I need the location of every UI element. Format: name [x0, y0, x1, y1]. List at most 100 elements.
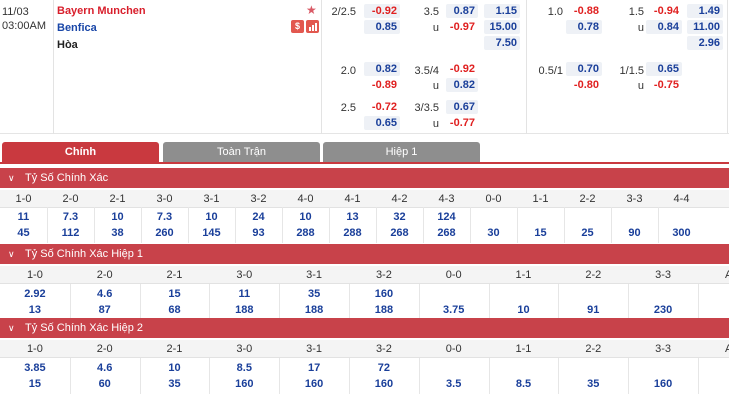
tab-full-match[interactable]: Toàn Trận: [163, 142, 320, 162]
score-odds[interactable]: 260: [141, 225, 188, 241]
score-odds[interactable]: 288: [282, 225, 329, 241]
tab-main[interactable]: Chính: [2, 142, 159, 162]
ft-over-odds[interactable]: 0.67: [446, 100, 478, 114]
score-odds[interactable]: 3.85: [0, 360, 70, 376]
score-odds[interactable]: 72: [349, 360, 419, 376]
score-odds[interactable]: 4.6: [70, 360, 140, 376]
h1-under-odds[interactable]: -0.75: [646, 78, 682, 92]
h1-over-odds[interactable]: -0.94: [646, 4, 682, 18]
score-odds[interactable]: 300: [658, 225, 705, 241]
ft-under-odds[interactable]: -0.97: [446, 20, 478, 34]
score-odds[interactable]: 10: [140, 360, 210, 376]
score-odds[interactable]: 11: [0, 209, 47, 225]
score-odds[interactable]: 15: [517, 225, 564, 241]
score-odds[interactable]: 268: [423, 225, 470, 241]
score-odds[interactable]: 93: [235, 225, 282, 241]
score-odds[interactable]: 7.3: [141, 209, 188, 225]
score-odds[interactable]: 87: [70, 302, 140, 318]
score-header: 2-2: [585, 343, 602, 355]
h1-1x2-away[interactable]: 11.00: [687, 20, 723, 34]
ft-hdp-home-odds[interactable]: 0.82: [364, 62, 400, 76]
score-odds[interactable]: 10: [489, 302, 559, 318]
chevron-down-icon[interactable]: ∨: [8, 244, 15, 264]
score-odds[interactable]: 8.5: [489, 376, 559, 392]
score-odds[interactable]: 160: [349, 286, 419, 302]
h1-1x2-home[interactable]: 1.49: [687, 4, 723, 18]
score-odds[interactable]: 45: [0, 225, 47, 241]
ft-1x2-away[interactable]: 15.00: [484, 20, 520, 34]
score-odds[interactable]: 3.5: [419, 376, 489, 392]
score-odds[interactable]: 10: [282, 209, 329, 225]
score-odds[interactable]: 11: [209, 286, 279, 302]
score-odds[interactable]: 10: [188, 209, 235, 225]
stats-chart-icon[interactable]: [306, 20, 319, 33]
score-odds[interactable]: 288: [329, 225, 376, 241]
score-odds[interactable]: 8.5: [209, 360, 279, 376]
score-odds[interactable]: 13: [329, 209, 376, 225]
score-odds[interactable]: 160: [209, 376, 279, 392]
h1-hdp-away-odds[interactable]: -0.80: [566, 78, 602, 92]
section-header[interactable]: ∨ Tỷ Số Chính Xác Hiệp 2: [0, 318, 729, 338]
score-odds[interactable]: 124: [423, 209, 470, 225]
score-odds[interactable]: 15: [140, 286, 210, 302]
score-odds[interactable]: 230: [628, 302, 698, 318]
ft-over-odds[interactable]: 0.87: [446, 4, 478, 18]
h1-1x2-draw[interactable]: 2.96: [687, 36, 723, 50]
score-odds[interactable]: 35: [279, 286, 349, 302]
home-team[interactable]: Bayern Munchen: [57, 5, 146, 17]
score-odds[interactable]: 30: [470, 225, 517, 241]
score-odds[interactable]: 17: [279, 360, 349, 376]
score-odds[interactable]: 38: [94, 225, 141, 241]
chevron-down-icon[interactable]: ∨: [8, 168, 15, 188]
section-header[interactable]: ∨ Tỷ Số Chính Xác: [0, 168, 729, 188]
score-odds[interactable]: 7.3: [47, 209, 94, 225]
score-odds[interactable]: 2.92: [0, 286, 70, 302]
score-odds[interactable]: 3.75: [419, 302, 489, 318]
score-odds[interactable]: 32: [376, 209, 423, 225]
score-odds[interactable]: 160: [349, 376, 419, 392]
score-odds[interactable]: 25: [564, 225, 611, 241]
score-odds[interactable]: 10: [94, 209, 141, 225]
ft-hdp-home-odds[interactable]: -0.92: [364, 4, 400, 18]
score-odds[interactable]: 13: [0, 302, 70, 318]
score-odds[interactable]: 188: [279, 302, 349, 318]
score-odds[interactable]: 91: [558, 302, 628, 318]
score-odds[interactable]: 90: [611, 225, 658, 241]
h1-hdp-home-odds[interactable]: 0.70: [566, 62, 602, 76]
h1-over-odds[interactable]: 0.65: [646, 62, 682, 76]
score-odds[interactable]: 68: [140, 302, 210, 318]
ft-1x2-home[interactable]: 1.15: [484, 4, 520, 18]
score-odds[interactable]: 4.6: [70, 286, 140, 302]
ft-hdp-home-odds[interactable]: -0.72: [364, 100, 400, 114]
ft-over-odds[interactable]: -0.92: [446, 62, 478, 76]
ft-hdp-away-odds[interactable]: -0.89: [364, 78, 400, 92]
score-odds[interactable]: 60: [70, 376, 140, 392]
h1-hdp-away-odds[interactable]: 0.78: [566, 20, 602, 34]
h1-hdp-home-odds[interactable]: -0.88: [566, 4, 602, 18]
score-odds[interactable]: 188: [349, 302, 419, 318]
ft-under-odds[interactable]: 0.82: [446, 78, 478, 92]
score-odds[interactable]: 160: [628, 376, 698, 392]
score-odds[interactable]: 24: [235, 209, 282, 225]
score-odds[interactable]: 15: [0, 376, 70, 392]
section-header[interactable]: ∨ Tỷ Số Chính Xác Hiệp 1: [0, 244, 729, 264]
ft-under-odds[interactable]: -0.77: [446, 116, 478, 130]
ft-1x2-draw[interactable]: 7.50: [484, 36, 520, 50]
h1-under-odds[interactable]: 0.84: [646, 20, 682, 34]
score-odds[interactable]: 188: [209, 302, 279, 318]
odds-dollar-icon[interactable]: $: [291, 20, 304, 33]
score-odds[interactable]: 35: [140, 376, 210, 392]
score-odds[interactable]: 160: [279, 376, 349, 392]
ft-hdp-away-odds[interactable]: 0.65: [364, 116, 400, 130]
score-header-row: 1-0 2-0 2-1 3-0 3-1 3-2 0-0 1-1 2-2 3-3 AO: [0, 266, 729, 284]
score-odds[interactable]: 35: [558, 376, 628, 392]
favorite-star-icon[interactable]: ★: [306, 3, 317, 17]
score-odds[interactable]: 145: [188, 225, 235, 241]
ft-hdp-away-odds[interactable]: 0.85: [364, 20, 400, 34]
score-odds[interactable]: 268: [376, 225, 423, 241]
score-odds[interactable]: 112: [47, 225, 94, 241]
tab-first-half[interactable]: Hiệp 1: [323, 142, 480, 162]
chevron-down-icon[interactable]: ∨: [8, 318, 15, 338]
column-divider: [188, 207, 189, 243]
away-team[interactable]: Benfica: [57, 22, 97, 34]
